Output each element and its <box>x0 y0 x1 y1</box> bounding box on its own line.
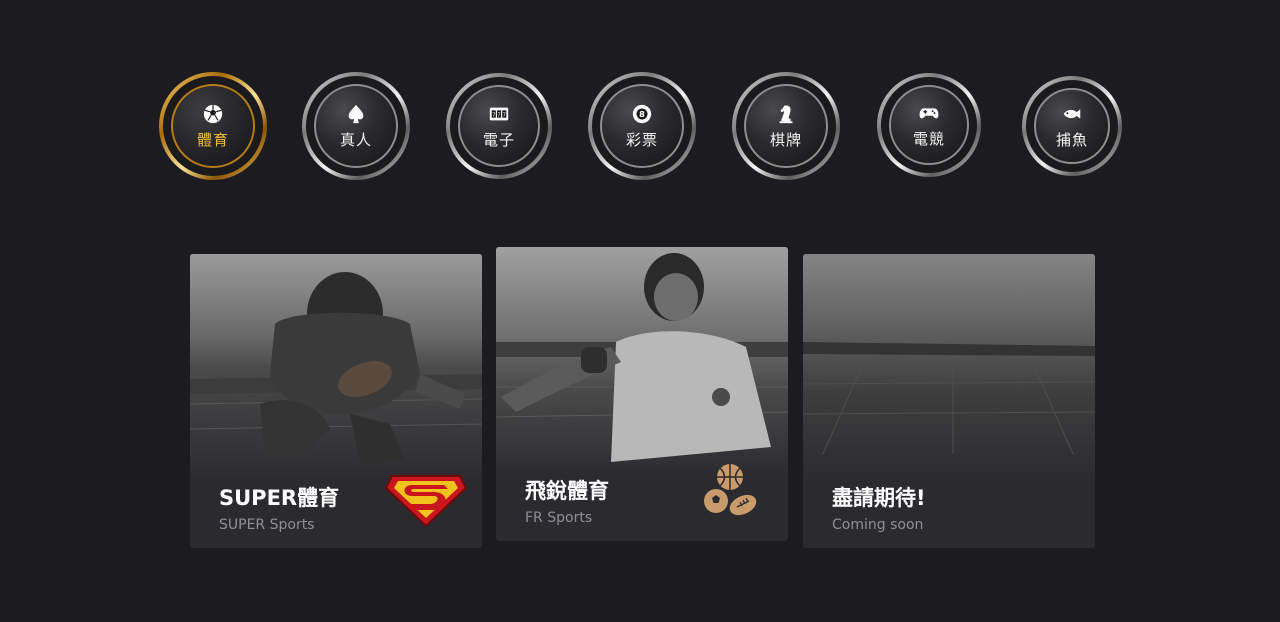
card-subtitle: SUPER Sports <box>219 517 315 533</box>
svg-text:7: 7 <box>503 112 507 118</box>
category-label: 真人 <box>339 130 372 149</box>
category-esports[interactable]: 電競 <box>877 73 981 177</box>
page: 體育 真人 7 7 7 電子 8 彩票 棋牌 電競 捕魚 SUPER體育 SUP… <box>0 0 1280 622</box>
game-card-super-sports[interactable]: SUPER體育 SUPER Sports <box>190 254 482 548</box>
category-label: 捕魚 <box>1055 130 1088 149</box>
category-fishing[interactable]: 捕魚 <box>1022 76 1122 176</box>
card-title: 飛銳體育 <box>525 479 609 503</box>
category-label: 體育 <box>196 130 229 149</box>
card-subtitle: Coming soon <box>832 517 924 533</box>
superman-logo-icon <box>384 475 468 528</box>
category-sports[interactable]: 體育 <box>159 72 267 180</box>
category-label: 電子 <box>482 130 515 149</box>
game-card-coming-soon[interactable]: 盡請期待! Coming soon <box>803 254 1095 548</box>
gamepad-icon <box>919 107 939 118</box>
game-card-fr-sports[interactable]: 飛銳體育 FR Sports <box>496 247 788 541</box>
category-slots[interactable]: 7 7 7 電子 <box>446 73 552 179</box>
svg-text:7: 7 <box>497 112 501 118</box>
category-live-casino[interactable]: 真人 <box>302 72 410 180</box>
category-lottery[interactable]: 8 彩票 <box>588 72 696 180</box>
card-title: SUPER體育 <box>219 486 340 510</box>
category-label: 彩票 <box>625 130 658 149</box>
card-title: 盡請期待! <box>832 486 926 510</box>
category-label: 電競 <box>912 129 945 148</box>
soccer-ball-icon <box>203 104 223 123</box>
svg-text:8: 8 <box>639 109 645 119</box>
lottery-ball-icon: 8 <box>632 104 652 123</box>
category-nav: 體育 真人 7 7 7 電子 8 彩票 棋牌 電競 捕魚 <box>0 0 1280 200</box>
sports-balls-logo-icon <box>704 464 757 516</box>
slot-machine-icon: 7 7 7 <box>489 107 509 120</box>
card-subtitle: FR Sports <box>525 510 593 526</box>
fish-icon <box>1063 108 1081 119</box>
card-image-stadium <box>803 254 1095 484</box>
card-image-football-player <box>190 254 482 484</box>
spade-icon <box>348 104 364 123</box>
chess-knight-icon <box>779 105 793 123</box>
card-image-soccer-player <box>496 247 788 477</box>
category-label: 棋牌 <box>769 130 802 149</box>
svg-text:7: 7 <box>492 112 496 118</box>
category-board-games[interactable]: 棋牌 <box>732 72 840 180</box>
